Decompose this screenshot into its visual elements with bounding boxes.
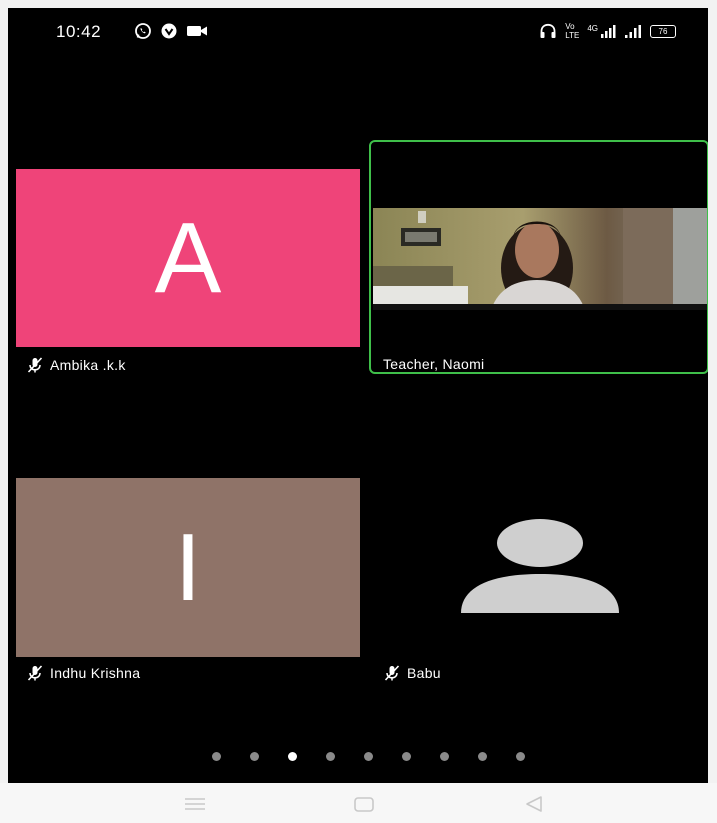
participant-tile-indhu[interactable]: I bbox=[16, 478, 360, 657]
vpn-shield-icon bbox=[161, 23, 177, 39]
participant-video-feed bbox=[373, 208, 707, 310]
participant-initial: I bbox=[174, 513, 202, 621]
page-dot-active[interactable] bbox=[287, 752, 297, 761]
volte-top-label: Vo bbox=[565, 22, 575, 31]
meeting-screen: 10:42 Vo LTE 4G 76 A Ambika .k.k Teacher… bbox=[8, 8, 708, 783]
volte-icon: Vo LTE bbox=[565, 22, 579, 40]
status-right-icons: Vo LTE 4G 76 bbox=[539, 22, 676, 40]
mic-muted-icon bbox=[384, 665, 400, 681]
battery-icon: 76 bbox=[650, 24, 676, 38]
participant-name: Teacher, Naomi bbox=[383, 356, 485, 372]
participant-tile-ambika[interactable]: A bbox=[16, 169, 360, 347]
participant-name-label: Teacher, Naomi bbox=[383, 356, 484, 372]
participant-name: Indhu Krishna bbox=[50, 665, 141, 681]
status-left-icons bbox=[134, 22, 208, 40]
back-triangle-icon[interactable] bbox=[522, 795, 546, 813]
signal-bars-1-icon bbox=[601, 25, 616, 38]
page-dot[interactable] bbox=[211, 752, 221, 761]
page-dot[interactable] bbox=[477, 752, 487, 761]
page-dot[interactable] bbox=[325, 752, 335, 761]
mic-muted-icon bbox=[27, 665, 43, 681]
participant-name: Ambika .k.k bbox=[50, 357, 126, 373]
page-dot[interactable] bbox=[439, 752, 449, 761]
mic-muted-icon bbox=[27, 357, 43, 373]
system-nav-bar bbox=[0, 783, 717, 823]
page-dot[interactable] bbox=[249, 752, 259, 761]
page-dot[interactable] bbox=[401, 752, 411, 761]
menu-icon[interactable] bbox=[183, 795, 207, 813]
4g-label: 4G bbox=[587, 24, 598, 33]
status-bar: 10:42 Vo LTE 4G 76 bbox=[8, 8, 708, 56]
signal-icon bbox=[625, 25, 641, 38]
whatsapp-icon bbox=[135, 23, 151, 39]
participant-name-label: Ambika .k.k bbox=[26, 356, 126, 374]
participant-name-label: Indhu Krishna bbox=[26, 664, 140, 682]
participant-name-label: Babu bbox=[383, 664, 441, 682]
page-indicator[interactable] bbox=[18, 752, 708, 761]
person-silhouette-icon bbox=[461, 519, 619, 613]
page-dot[interactable] bbox=[363, 752, 373, 761]
participant-tile-teacher[interactable] bbox=[369, 140, 708, 374]
video-camera-icon bbox=[187, 26, 207, 36]
4g-signal-icon: 4G bbox=[587, 24, 616, 38]
volte-bottom-label: LTE bbox=[565, 31, 580, 40]
home-square-icon[interactable] bbox=[352, 795, 376, 813]
status-time: 10:42 bbox=[56, 22, 102, 41]
page-dot[interactable] bbox=[515, 752, 525, 761]
participant-initial: A bbox=[154, 201, 222, 314]
participant-tile-babu[interactable] bbox=[369, 478, 708, 657]
headphones-icon bbox=[540, 23, 556, 38]
participant-name: Babu bbox=[407, 665, 441, 681]
